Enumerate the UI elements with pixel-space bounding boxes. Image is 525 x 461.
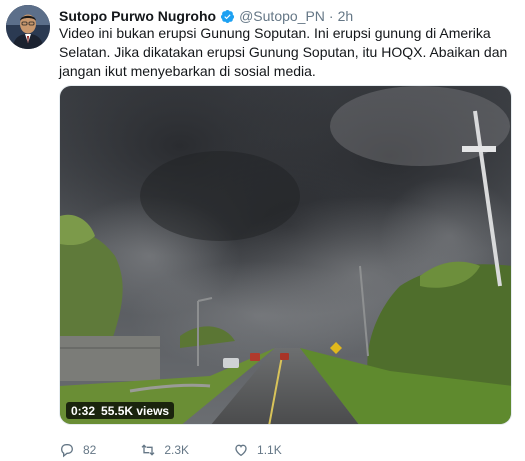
video-player[interactable]: [59, 85, 512, 425]
author-name[interactable]: Sutopo Purwo Nugroho: [59, 8, 216, 24]
avatar[interactable]: [6, 5, 50, 49]
retweet-icon: [141, 444, 155, 456]
video-info-badge: 0:32 55.5K views: [66, 402, 175, 419]
tweet-text: Video ini bukan erupsi Gunung Soputan. I…: [59, 25, 508, 79]
timestamp[interactable]: 2h: [338, 8, 354, 24]
video-thumbnail: [60, 86, 511, 424]
heart-icon: [235, 444, 247, 457]
like-button[interactable]: 1.1K: [233, 442, 282, 458]
author-handle[interactable]: @Sutopo_PN: [239, 8, 325, 24]
reply-button[interactable]: 82: [59, 442, 96, 458]
verified-badge-icon: [221, 9, 235, 23]
video-views: 55.5K views: [101, 403, 170, 418]
retweet-button[interactable]: 2.3K: [140, 442, 189, 458]
retweet-count: 2.3K: [164, 443, 190, 457]
reply-icon: [60, 444, 74, 458]
tweet-card[interactable]: Sutopo Purwo Nugroho @Sutopo_PN · 2h Vid…: [0, 0, 525, 461]
separator: ·: [328, 8, 334, 24]
reply-count: 82: [83, 443, 97, 457]
tweet-header: Sutopo Purwo Nugroho @Sutopo_PN · 2h: [59, 7, 353, 25]
tweet-actions: 82 2.3K 1.1K: [59, 440, 326, 460]
like-count: 1.1K: [257, 443, 282, 457]
video-duration: 0:32: [71, 403, 96, 418]
